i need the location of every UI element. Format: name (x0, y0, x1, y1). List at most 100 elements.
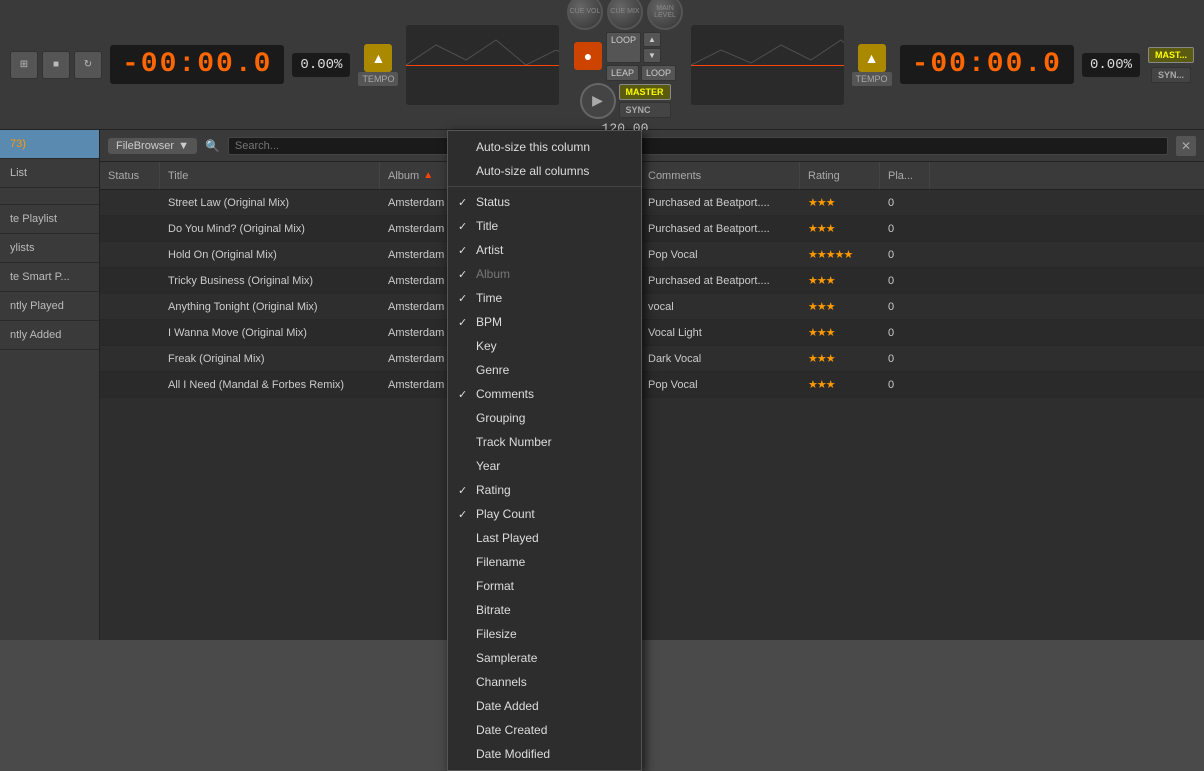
search-bar: FileBrowser ▼ 🔍 ✕ (100, 130, 1204, 162)
master-button[interactable]: MASTER (619, 84, 671, 100)
track-title-3: Tricky Business (Original Mix) (160, 268, 380, 293)
menu-item-date-modified[interactable]: Date Modified (448, 742, 641, 766)
sidebar-item-2[interactable] (0, 188, 99, 205)
search-close-button[interactable]: ✕ (1176, 136, 1196, 156)
right-waveform-svg (691, 25, 844, 105)
file-browser-label[interactable]: FileBrowser ▼ (108, 138, 197, 154)
track-plays-6: 0 (880, 346, 930, 371)
track-status-0 (100, 190, 160, 215)
track-comments-7: Pop Vocal (640, 372, 800, 397)
menu-item-filesize[interactable]: Filesize (448, 622, 641, 646)
stop-btn[interactable]: ■ (42, 51, 70, 79)
table-row[interactable]: Tricky Business (Original Mix) Amsterdam… (100, 268, 1204, 294)
right-master-button[interactable]: MAST... (1148, 47, 1194, 63)
menu-item-date-added[interactable]: Date Added (448, 694, 641, 718)
context-menu: Auto-size this columnAuto-size all colum… (447, 130, 642, 771)
right-deck-controls: MAST... SYN... (1148, 47, 1194, 83)
table-row[interactable]: Do You Mind? (Original Mix) Amsterdam 20… (100, 216, 1204, 242)
menu-item-genre[interactable]: Genre (448, 358, 641, 382)
track-plays-0: 0 (880, 190, 930, 215)
track-status-5 (100, 320, 160, 345)
sidebar-item-create-playlist[interactable]: te Playlist (0, 205, 99, 234)
menu-item-channels[interactable]: Channels (448, 670, 641, 694)
loop-controls: ● LOOP ▲ ▼ LEAP LOOP (574, 32, 676, 81)
header-rating[interactable]: Rating (800, 162, 880, 189)
track-status-2 (100, 242, 160, 267)
table-row[interactable]: Freak (Original Mix) Amsterdam 2015 - Se… (100, 346, 1204, 372)
menu-item-comments[interactable]: Comments (448, 382, 641, 406)
menu-item-bitrate[interactable]: Bitrate (448, 598, 641, 622)
menu-item-status[interactable]: Status (448, 190, 641, 214)
cue-controls: CUE VOL CUE MIX MAIN LEVEL (567, 0, 683, 30)
down-btn[interactable]: ▼ (643, 48, 661, 63)
loop-btn[interactable]: LOOP (606, 32, 641, 63)
menu-item-key[interactable]: Key (448, 334, 641, 358)
loop2-btn[interactable]: LOOP (641, 65, 676, 81)
loop-row2: LEAP LOOP (606, 65, 676, 81)
table-row[interactable]: All I Need (Mandal & Forbes Remix) Amste… (100, 372, 1204, 398)
track-plays-3: 0 (880, 268, 930, 293)
track-status-6 (100, 346, 160, 371)
track-plays-5: 0 (880, 320, 930, 345)
track-rating-0: ★★★ (800, 190, 880, 215)
sidebar-item-recently-played[interactable]: ntly Played (0, 292, 99, 321)
cue-mix-knob[interactable]: CUE MIX (607, 0, 643, 30)
menu-item-year[interactable]: Year (448, 454, 641, 478)
sidebar-item-recently-added[interactable]: ntly Added (0, 321, 99, 350)
menu-item-time[interactable]: Time (448, 286, 641, 310)
menu-item-track-number[interactable]: Track Number (448, 430, 641, 454)
sidebar-item-list[interactable]: List (0, 159, 99, 188)
sync-button[interactable]: SYNC (619, 102, 671, 118)
menu-item-title[interactable]: Title (448, 214, 641, 238)
menu-item-album[interactable]: Album (448, 262, 641, 286)
main-level-knob[interactable]: MAIN LEVEL (647, 0, 683, 30)
header-title[interactable]: Title (160, 162, 380, 189)
menu-item-date-created[interactable]: Date Created (448, 718, 641, 742)
expand-btn[interactable]: ⊞ (10, 51, 38, 79)
track-title-5: I Wanna Move (Original Mix) (160, 320, 380, 345)
table-row[interactable]: Street Law (Original Mix) Amsterdam 2015… (100, 190, 1204, 216)
center-deck-icon: ● (574, 42, 602, 70)
left-waveform (406, 25, 559, 105)
search-input[interactable] (228, 137, 1168, 155)
menu-item-samplerate[interactable]: Samplerate (448, 646, 641, 670)
menu-item-rating[interactable]: Rating (448, 478, 641, 502)
master-sync: MASTER SYNC (619, 84, 671, 118)
menu-item-play-count[interactable]: Play Count (448, 502, 641, 526)
play-button[interactable]: ▶ (580, 83, 616, 119)
up-btn[interactable]: ▲ (643, 32, 661, 47)
table-row[interactable]: Hold On (Original Mix) Amsterdam 2015 - … (100, 242, 1204, 268)
right-waveform (691, 25, 844, 105)
header-status[interactable]: Status (100, 162, 160, 189)
menu-item-grouping[interactable]: Grouping (448, 406, 641, 430)
right-deck-icon: ▲ (858, 44, 886, 72)
header-comments[interactable]: Comments (640, 162, 800, 189)
menu-item-filename[interactable]: Filename (448, 550, 641, 574)
track-rating-2: ★★★★★ (800, 242, 880, 267)
leap-btn[interactable]: LEAP (606, 65, 639, 81)
sidebar-item-playlists[interactable]: ylists (0, 234, 99, 263)
table-row[interactable]: Anything Tonight (Original Mix) Amsterda… (100, 294, 1204, 320)
right-sync-button[interactable]: SYN... (1151, 67, 1191, 83)
menu-item-artist[interactable]: Artist (448, 238, 641, 262)
table-row[interactable]: I Wanna Move (Original Mix) Amsterdam 20… (100, 320, 1204, 346)
menu-item-auto-size-all-columns[interactable]: Auto-size all columns (448, 159, 641, 183)
menu-item-bpm[interactable]: BPM (448, 310, 641, 334)
track-rating-1: ★★★ (800, 216, 880, 241)
track-plays-2: 0 (880, 242, 930, 267)
menu-item-last-played[interactable]: Last Played (448, 526, 641, 550)
sidebar-item-0[interactable]: 73) (0, 130, 99, 159)
record-btn[interactable]: ↻ (74, 51, 102, 79)
track-rating-4: ★★★ (800, 294, 880, 319)
main-content: 73) List te Playlist ylists te Smart P..… (0, 130, 1204, 640)
header-plays[interactable]: Pla... (880, 162, 930, 189)
cue-vol-knob[interactable]: CUE VOL (567, 0, 603, 30)
menu-item-auto-size-this-column[interactable]: Auto-size this column (448, 135, 641, 159)
track-comments-0: Purchased at Beatport.... (640, 190, 800, 215)
sidebar-item-smart-playlist[interactable]: te Smart P... (0, 263, 99, 292)
track-title-7: All I Need (Mandal & Forbes Remix) (160, 372, 380, 397)
top-bar: ⊞ ■ ↻ -00:00.0 0.00% ▲ TEMPO CUE VOL CUE… (0, 0, 1204, 130)
track-title-2: Hold On (Original Mix) (160, 242, 380, 267)
menu-item-format[interactable]: Format (448, 574, 641, 598)
left-tempo-label: TEMPO (358, 72, 398, 86)
